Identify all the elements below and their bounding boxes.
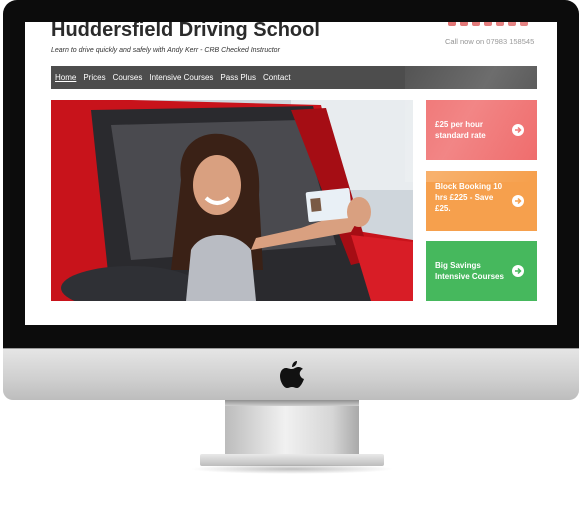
google-plus-icon[interactable] — [508, 22, 516, 26]
linkedin-icon[interactable] — [484, 22, 492, 26]
site-title[interactable]: Huddersfield Driving School — [51, 22, 320, 42]
hero-image — [51, 100, 413, 301]
nav-courses[interactable]: Courses — [113, 73, 143, 82]
nav-home[interactable]: Home — [55, 73, 76, 82]
monitor-stand-neck — [225, 400, 359, 458]
twitter-icon[interactable] — [448, 22, 456, 26]
site-tagline: Learn to drive quickly and safely with A… — [51, 47, 280, 54]
arrow-right-circle-icon — [512, 124, 524, 136]
apple-logo-icon — [280, 361, 304, 388]
pinterest-icon[interactable] — [520, 22, 528, 26]
social-links — [448, 22, 528, 26]
nav-intensive-courses[interactable]: Intensive Courses — [149, 73, 213, 82]
instagram-icon[interactable] — [472, 22, 480, 26]
nav-pass-plus[interactable]: Pass Plus — [220, 73, 256, 82]
promo-hourly-rate-text: £25 per hour standard rate — [435, 120, 486, 140]
promo-intensive-courses-text: Big Savings Intensive Courses — [435, 261, 504, 281]
website-screen: Huddersfield Driving School Learn to dri… — [25, 22, 557, 325]
monitor-stand-joint — [225, 400, 359, 406]
nav-prices[interactable]: Prices — [83, 73, 105, 82]
arrow-right-circle-icon — [512, 265, 524, 277]
facebook-icon[interactable] — [460, 22, 468, 26]
phone-number[interactable]: Call now on 07983 158545 — [445, 37, 534, 46]
main-navigation: Home Prices Courses Intensive Courses Pa… — [51, 66, 537, 89]
nav-contact[interactable]: Contact — [263, 73, 291, 82]
promo-hourly-rate[interactable]: £25 per hour standard rate — [426, 100, 537, 160]
stand-shadow — [190, 464, 394, 474]
arrow-right-circle-icon — [512, 195, 524, 207]
promo-block-booking[interactable]: Block Booking 10 hrs £225 - Save £25. — [426, 171, 537, 231]
promo-block-booking-text: Block Booking 10 hrs £225 - Save £25. — [435, 182, 503, 213]
promo-intensive-courses[interactable]: Big Savings Intensive Courses — [426, 241, 537, 301]
youtube-icon[interactable] — [496, 22, 504, 26]
